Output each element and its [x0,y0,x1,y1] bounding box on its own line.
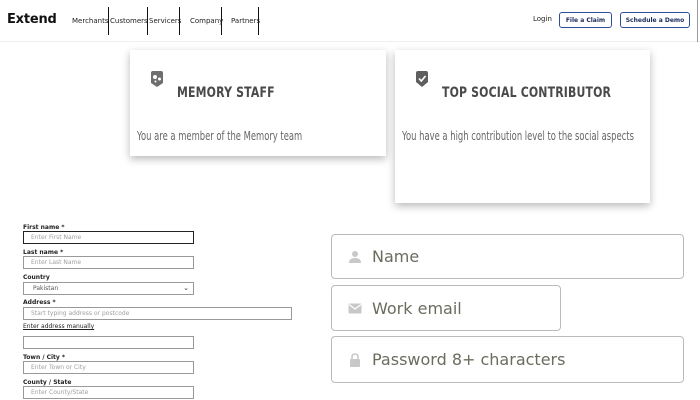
work-email-field[interactable]: Work email [331,285,561,331]
name-field[interactable]: Name [331,234,684,279]
nav-company[interactable]: Company [180,7,223,35]
badge-description: You have a high contribution level to th… [402,129,634,143]
last-name-field[interactable] [23,256,194,269]
last-name-label: Last name * [23,249,64,256]
password-placeholder: Password 8+ characters [372,350,566,369]
manual-address-field[interactable] [23,336,194,349]
town-field[interactable] [23,361,194,374]
badge-card-top-social-contributor: TOP SOCIAL CONTRIBUTOR You have a high c… [395,50,650,203]
nav-servicers[interactable]: Servicers [147,7,181,35]
first-name-field[interactable] [23,231,194,244]
nav-merchants[interactable]: Merchants [72,7,108,35]
county-field[interactable] [23,386,194,399]
enter-address-manually-link[interactable]: Enter address manually [23,323,94,330]
badge-title: MEMORY STAFF [177,85,275,101]
main-nav: Merchants Customers Servicers Company Pa… [72,7,260,35]
shield-check-icon [416,71,428,87]
lock-icon [350,352,360,367]
town-label: Town / City * [23,354,66,361]
badge-title: TOP SOCIAL CONTRIBUTOR [442,85,612,101]
schedule-demo-button[interactable]: Schedule a Demo [620,12,690,28]
memory-chip-icon [151,71,163,87]
nav-customers[interactable]: Customers [108,7,148,35]
name-placeholder: Name [372,247,420,266]
person-icon [349,250,361,263]
password-field[interactable]: Password 8+ characters [331,336,684,383]
site-header: Extend Merchants Customers Servicers Com… [0,0,700,42]
first-name-label: First name * [23,224,65,231]
logo[interactable]: Extend [7,12,57,27]
badge-card-memory-staff: MEMORY STAFF You are a member of the Mem… [130,50,386,156]
address-label: Address * [23,299,56,306]
chevron-down-icon: ⌄ [183,284,189,292]
file-claim-button[interactable]: File a Claim [559,12,612,28]
nav-partners[interactable]: Partners [222,7,260,35]
country-label: Country [23,274,50,281]
email-placeholder: Work email [372,298,462,318]
country-value: Pakistan [33,285,59,292]
county-label: County / State [23,379,72,386]
badge-description: You are a member of the Memory team [137,129,303,143]
address-search-field[interactable] [23,307,292,320]
envelope-icon [348,303,362,314]
country-select[interactable]: Pakistan ⌄ [23,282,194,295]
login-link[interactable]: Login [533,15,552,23]
